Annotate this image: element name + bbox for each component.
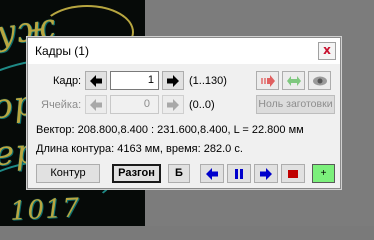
close-icon: x [323, 43, 331, 57]
stop-button[interactable] [281, 164, 305, 183]
play-back-button[interactable] [200, 164, 224, 183]
arrow-left-icon [90, 75, 102, 87]
zero-blanks-button[interactable]: Ноль заготовки [256, 95, 335, 114]
vector-info: Вектор: 208.800,8.400 : 231.600,8.400, L… [36, 124, 304, 136]
cell-label: Ячейка: [41, 99, 82, 111]
dialog-titlebar[interactable]: Кадры (1) x [28, 38, 340, 64]
razgon-button[interactable]: Разгон [112, 164, 161, 183]
eye-icon [312, 76, 327, 86]
canvas-text: 1017 [9, 193, 81, 227]
arrow-left-icon [90, 99, 102, 111]
dialog-title: Кадры (1) [35, 44, 89, 58]
add-button[interactable]: + [312, 164, 335, 183]
close-button[interactable]: x [318, 42, 336, 60]
frames-dialog: Кадры (1) x Кадр: 1 (1..130) Ячейка: 0 (… [27, 37, 341, 189]
pause-icon [235, 169, 243, 179]
frame-next-button[interactable] [162, 71, 184, 90]
arrow-right-icon [167, 99, 179, 111]
cell-range: (0..0) [189, 99, 215, 111]
swap-green-button[interactable] [282, 71, 305, 90]
red-arrow-icon [260, 75, 275, 87]
contour-button[interactable]: Контур [36, 164, 100, 183]
contour-info: Длина контура: 4163 мм, время: 282.0 с. [36, 143, 243, 155]
move-right-red-button[interactable] [256, 71, 279, 90]
blue-arrow-right-icon [260, 168, 272, 180]
cell-next-button[interactable] [162, 95, 184, 114]
cell-number-input[interactable]: 0 [110, 95, 159, 114]
view-button[interactable] [308, 71, 331, 90]
frame-prev-button[interactable] [85, 71, 107, 90]
frame-number-input[interactable]: 1 [110, 71, 159, 90]
green-double-arrow-icon [286, 76, 301, 86]
play-forward-button[interactable] [254, 164, 278, 183]
stop-icon [288, 170, 298, 178]
b-button[interactable]: Б [168, 164, 190, 183]
cell-prev-button[interactable] [85, 95, 107, 114]
arrow-right-icon [167, 75, 179, 87]
pause-button[interactable] [227, 164, 251, 183]
frame-label: Кадр: [53, 75, 82, 87]
frame-range: (1..130) [189, 75, 227, 87]
blue-arrow-left-icon [206, 168, 218, 180]
